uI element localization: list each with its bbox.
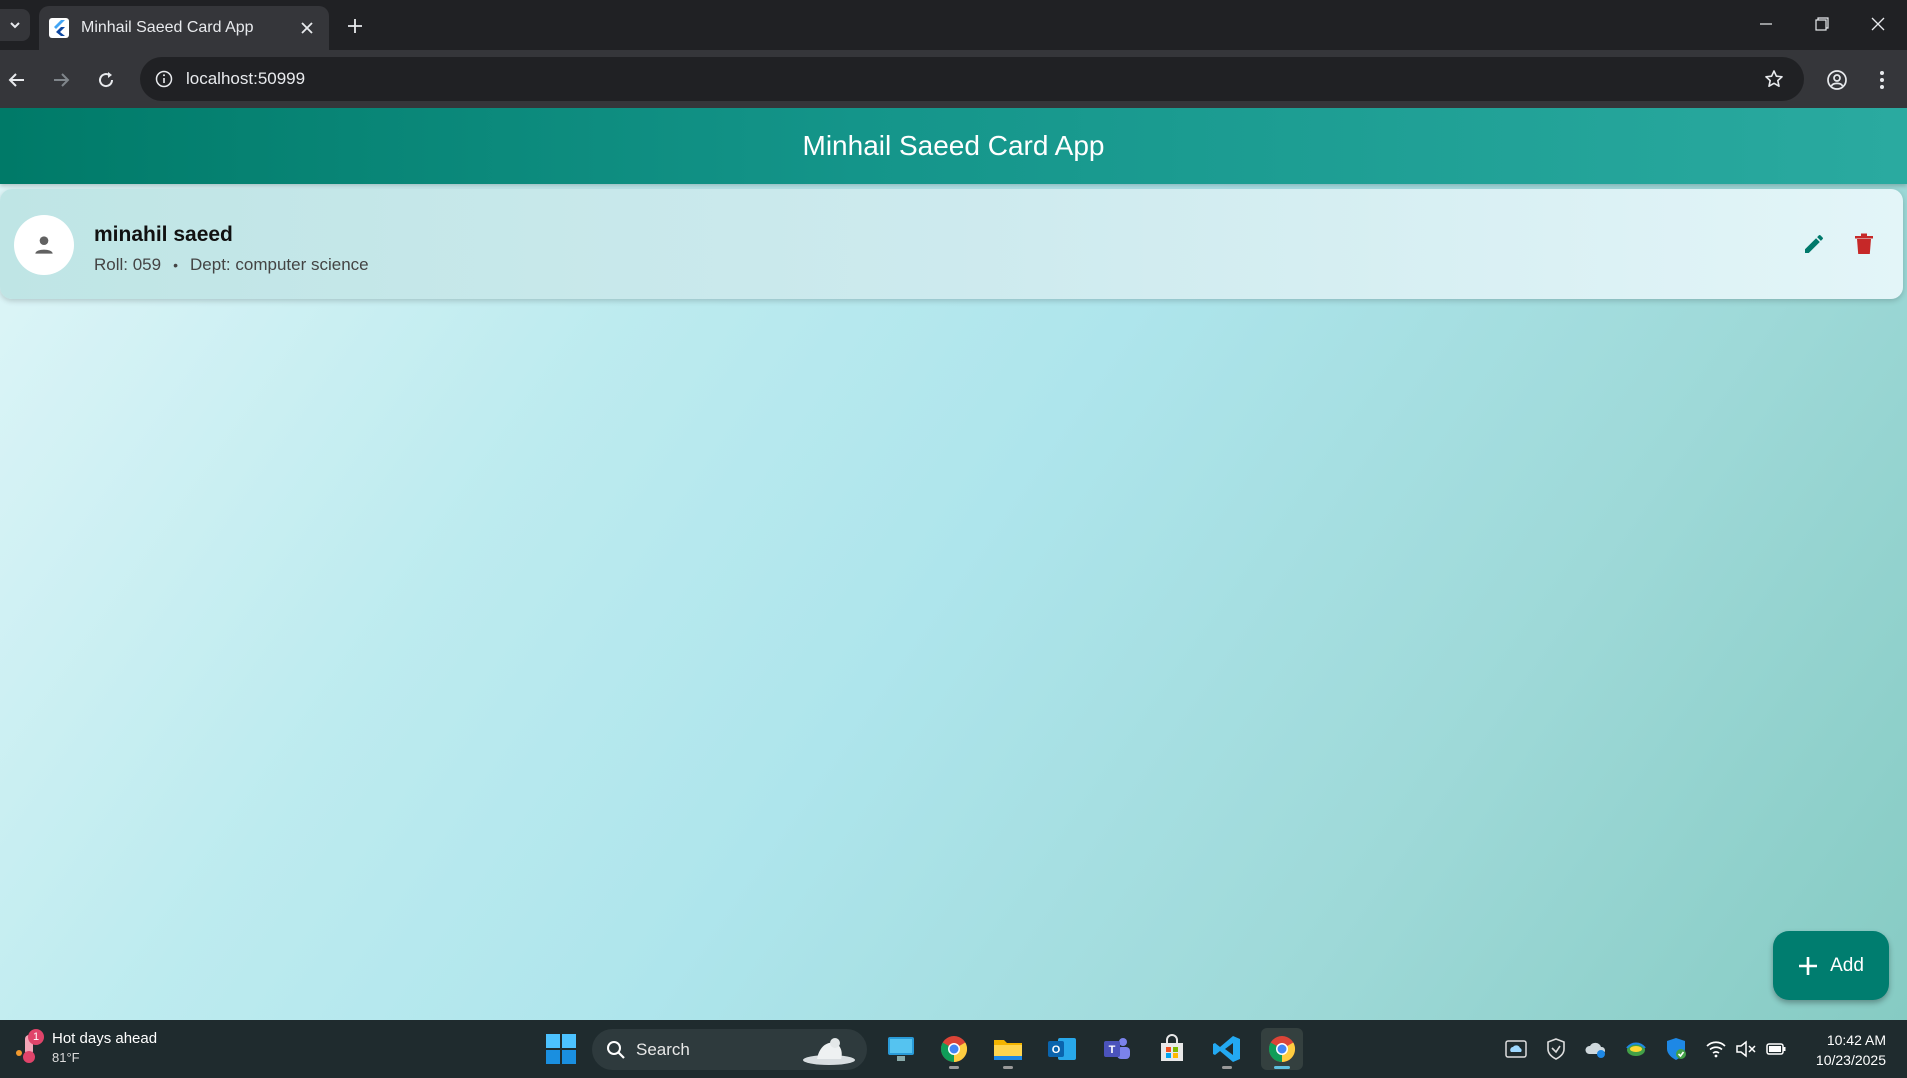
browser-menu-button[interactable] — [1865, 63, 1899, 97]
avatar — [14, 215, 74, 275]
network-app-tray-icon[interactable] — [1623, 1036, 1649, 1062]
new-tab-button[interactable] — [340, 11, 370, 41]
taskbar-chrome-active[interactable] — [1261, 1028, 1303, 1070]
arrow-right-icon — [54, 73, 70, 87]
store-icon — [1161, 1034, 1183, 1061]
browser-tab-strip: Minhail Saeed Card App — [0, 0, 1907, 50]
teams-icon: T — [1104, 1038, 1130, 1059]
running-indicator — [949, 1066, 959, 1069]
thermometer-icon: 1 — [14, 1029, 44, 1065]
add-button[interactable]: Add — [1773, 931, 1889, 1000]
weather-widget[interactable]: 1 Hot days ahead 81°F — [14, 1029, 157, 1065]
taskbar-chrome-profile[interactable] — [933, 1028, 975, 1070]
vscode-icon — [1213, 1036, 1240, 1062]
bookmark-star-icon[interactable] — [1754, 57, 1794, 101]
taskbar-outlook[interactable]: O — [1041, 1028, 1083, 1070]
taskbar-vscode[interactable] — [1206, 1028, 1248, 1070]
trash-icon — [1855, 233, 1873, 254]
separator-dot: • — [173, 257, 179, 273]
student-name: minahil saeed — [94, 223, 233, 246]
weather-temp: 81°F — [52, 1049, 80, 1065]
browser-tab[interactable]: Minhail Saeed Card App — [39, 6, 329, 50]
cloud-sync-tray-icon[interactable] — [1583, 1036, 1609, 1062]
close-icon — [301, 22, 313, 34]
site-info-icon[interactable] — [144, 57, 184, 101]
delete-button[interactable] — [1842, 222, 1886, 266]
svg-text:O: O — [1052, 1044, 1061, 1056]
system-clock[interactable]: 10:42 AM 10/23/2025 — [1800, 1030, 1886, 1070]
weather-title: Hot days ahead — [52, 1029, 158, 1047]
profile-button[interactable] — [1820, 63, 1854, 97]
security-tray-icon[interactable] — [1543, 1036, 1569, 1062]
flutter-favicon-icon — [49, 18, 69, 38]
back-button[interactable] — [0, 63, 34, 97]
tab-search-button[interactable] — [0, 9, 30, 41]
taskbar: 1 Hot days ahead 81°F Search O T 10:42 A… — [0, 1020, 1907, 1078]
chrome-icon — [940, 1036, 968, 1063]
close-window-button[interactable] — [1850, 0, 1906, 48]
plus-icon — [1799, 956, 1818, 975]
minimize-button[interactable] — [1738, 0, 1794, 48]
minimize-icon — [1760, 23, 1772, 25]
restore-icon — [1815, 17, 1829, 31]
forward-button[interactable] — [44, 63, 78, 97]
chevron-down-icon — [10, 22, 20, 29]
search-icon — [607, 1040, 625, 1059]
taskbar-desktop-app[interactable] — [880, 1028, 922, 1070]
folder-icon — [994, 1040, 1022, 1060]
taskbar-teams[interactable]: T — [1096, 1028, 1138, 1070]
clock-date: 10/23/2025 — [1815, 1052, 1886, 1068]
wifi-icon[interactable] — [1703, 1036, 1729, 1062]
chrome-icon — [1268, 1036, 1296, 1063]
student-details: Roll: 059 • Dept: computer science — [94, 255, 369, 275]
battery-icon[interactable] — [1763, 1036, 1789, 1062]
add-button-label: Add — [1830, 954, 1864, 976]
address-bar[interactable]: localhost:50999 — [140, 57, 1804, 101]
student-card[interactable]: minahil saeed Roll: 059 • Dept: computer… — [0, 189, 1903, 299]
edit-button[interactable] — [1792, 222, 1836, 266]
more-vertical-icon — [1880, 71, 1884, 89]
monitor-icon — [888, 1037, 914, 1061]
tab-title: Minhail Saeed Card App — [81, 19, 254, 36]
close-icon — [1871, 17, 1885, 31]
app-bar: Minhail Saeed Card App — [0, 108, 1907, 184]
taskbar-search[interactable]: Search — [592, 1029, 867, 1070]
tab-close-button[interactable] — [295, 16, 319, 40]
student-dept: Dept: computer science — [190, 255, 369, 274]
onedrive-tray-icon[interactable] — [1503, 1036, 1529, 1062]
outlook-icon: O — [1048, 1038, 1076, 1060]
volume-muted-icon[interactable] — [1733, 1036, 1759, 1062]
start-button[interactable] — [545, 1033, 577, 1065]
arrow-left-icon — [8, 73, 24, 87]
browser-toolbar: localhost:50999 — [0, 50, 1907, 108]
running-indicator — [1003, 1066, 1013, 1069]
svg-text:T: T — [1109, 1044, 1116, 1056]
restore-button[interactable] — [1794, 0, 1850, 48]
person-icon — [35, 236, 53, 254]
windows-logo-icon — [546, 1034, 576, 1064]
defender-tray-icon[interactable] — [1663, 1036, 1689, 1062]
reload-icon — [99, 72, 114, 88]
taskbar-ms-store[interactable] — [1151, 1028, 1193, 1070]
url-text: localhost:50999 — [186, 69, 306, 88]
app-viewport: Minhail Saeed Card App minahil saeed Rol… — [0, 108, 1907, 1020]
clock-time: 10:42 AM — [1826, 1032, 1886, 1048]
app-title: Minhail Saeed Card App — [802, 130, 1105, 161]
taskbar-search-label: Search — [636, 1039, 690, 1059]
active-indicator — [1274, 1066, 1290, 1069]
weather-badge: 1 — [28, 1029, 44, 1045]
plus-icon — [348, 19, 362, 33]
pencil-icon — [1805, 234, 1823, 253]
search-highlight-icon — [803, 1038, 855, 1065]
reload-button[interactable] — [89, 63, 123, 97]
running-indicator — [1222, 1066, 1232, 1069]
taskbar-file-explorer[interactable] — [987, 1028, 1029, 1070]
student-roll: Roll: 059 — [94, 255, 162, 274]
profile-icon — [1827, 70, 1847, 90]
